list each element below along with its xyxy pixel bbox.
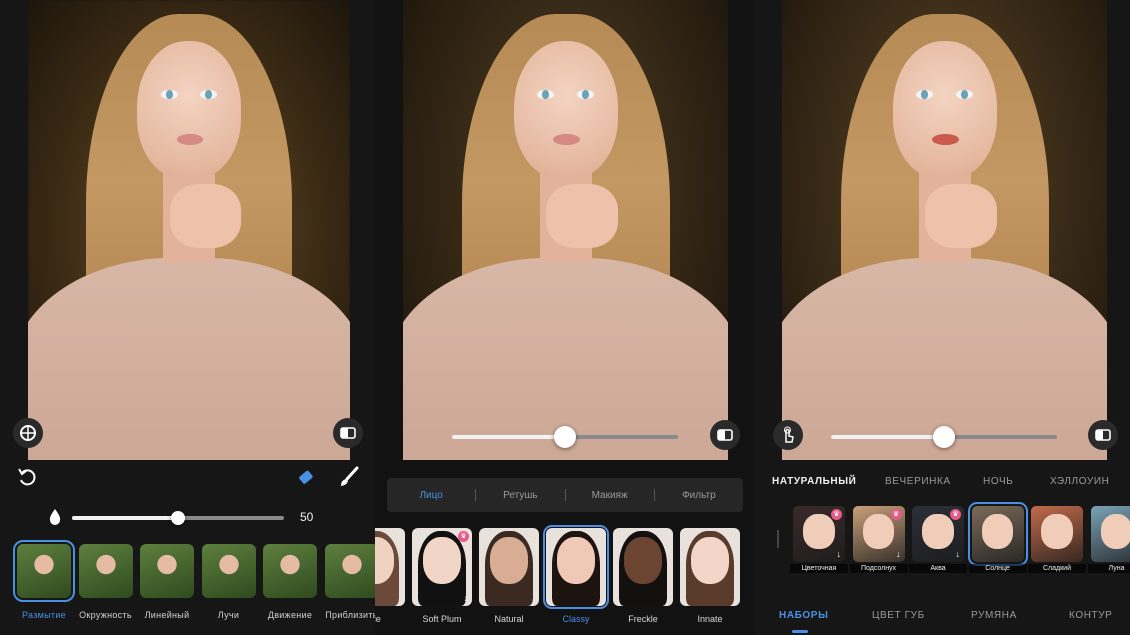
filter-preset-label: Луна <box>1087 564 1130 573</box>
category-party[interactable]: ВЕЧЕРИНКА <box>885 476 951 487</box>
makeup-category-tabs: Лицо Ретушь Макияж Фильтр <box>387 478 743 512</box>
premium-crown-icon: ♛ <box>831 509 842 520</box>
active-tab-indicator <box>792 630 808 633</box>
blur-effect-thumb[interactable] <box>78 544 133 598</box>
makeup-look-label: kle <box>375 614 381 624</box>
download-icon: ↓ <box>836 549 842 559</box>
blur-effect-thumb[interactable] <box>13 540 75 602</box>
makeup-look-card[interactable]: ♛ ↓ <box>412 528 472 606</box>
blur-toolbar: 50 Размытие Окружность Линейный Лучи Движени… <box>0 460 375 635</box>
blur-effect-thumb[interactable] <box>324 544 375 598</box>
makeup-look-card[interactable] <box>375 528 405 606</box>
eraser-icon[interactable] <box>296 466 320 490</box>
blur-editor-panel: 50 Размытие Окружность Линейный Лучи Движени… <box>0 0 375 635</box>
download-icon: ↓ <box>896 549 901 559</box>
download-icon: ↓ <box>463 593 469 603</box>
slider-knob[interactable] <box>171 511 185 525</box>
premium-crown-icon: ♛ <box>950 509 961 520</box>
slider-knob[interactable] <box>933 426 955 448</box>
slider-knob[interactable] <box>554 426 576 448</box>
makeup-look-card[interactable] <box>543 525 609 609</box>
category-night[interactable]: НОЧЬ <box>983 476 1013 487</box>
compare-icon[interactable] <box>1088 420 1118 450</box>
tab-retouch[interactable]: Ретушь <box>476 490 564 501</box>
tab-contour[interactable]: КОНТУР <box>1069 610 1112 621</box>
tab-presets[interactable]: НАБОРЫ <box>779 610 828 621</box>
filter-category-tabs: НАТУРАЛЬНЫЙ ВЕЧЕРИНКА НОЧЬ ХЭЛЛОУИН <box>755 470 1130 494</box>
tab-makeup[interactable]: Макияж <box>566 490 654 501</box>
blur-effect-thumb[interactable] <box>263 544 317 598</box>
filter-preset-label: Солнце <box>968 564 1027 573</box>
filter-editor-panel: НАТУРАЛЬНЫЙ ВЕЧЕРИНКА НОЧЬ ХЭЛЛОУИН ♛ ↓ Цв… <box>755 0 1130 635</box>
tab-lip-color[interactable]: ЦВЕТ ГУБ <box>872 610 925 621</box>
photo-preview <box>403 0 728 460</box>
premium-crown-icon: ♛ <box>890 509 902 520</box>
touch-hand-icon[interactable] <box>773 420 803 450</box>
download-icon: ↓ <box>955 549 961 559</box>
blur-effect-label: Окружность <box>79 610 132 620</box>
makeup-look-card[interactable] <box>680 528 740 606</box>
makeup-look-label: Natural <box>494 614 524 624</box>
filter-preset-thumb[interactable] <box>1031 506 1083 562</box>
filter-bottom-tabs: НАБОРЫ ЦВЕТ ГУБ РУМЯНА КОНТУР <box>755 600 1130 635</box>
focus-target-icon[interactable] <box>13 418 43 448</box>
tab-filter[interactable]: Фильтр <box>655 490 743 501</box>
filter-preset-label: Сладкий <box>1028 564 1086 573</box>
intensity-slider[interactable] <box>72 511 284 525</box>
makeup-look-label: Freckle <box>628 614 658 624</box>
blur-effect-label: Размытие <box>22 610 66 620</box>
blur-effect-thumb[interactable] <box>140 544 194 598</box>
undo-icon[interactable] <box>16 466 40 490</box>
blur-effect-label: Лучи <box>217 610 240 620</box>
makeup-strength-slider[interactable] <box>452 426 678 448</box>
makeup-look-label: Soft Plum <box>422 614 462 624</box>
photo-preview <box>28 0 350 460</box>
filter-preset-label: Подсолнух <box>849 564 908 573</box>
premium-crown-icon: ♛ <box>458 531 469 542</box>
blur-effect-thumb[interactable] <box>201 544 256 598</box>
filter-preset-thumb[interactable]: ♛ ↓ <box>852 506 905 562</box>
makeup-look-card[interactable] <box>613 528 673 606</box>
filter-preset-thumb[interactable] <box>1090 506 1130 562</box>
intensity-value: 50 <box>300 510 314 524</box>
makeup-look-label: Innate <box>697 614 723 624</box>
compare-icon[interactable] <box>333 418 363 448</box>
tab-face[interactable]: Лицо <box>387 490 475 501</box>
photo-preview <box>782 0 1107 460</box>
makeup-look-label: Classy <box>562 614 590 624</box>
makeup-editor-panel: Лицо Ретушь Макияж Фильтр kle♛↓Soft Plum… <box>375 0 755 635</box>
filter-preset-label: Цветочная <box>790 564 848 573</box>
filter-preset-thumb[interactable] <box>967 502 1028 566</box>
drop-icon <box>48 508 62 526</box>
filter-preset-thumb[interactable]: ♛ ↓ <box>793 506 845 562</box>
makeup-look-card[interactable] <box>479 528 539 606</box>
blur-effect-label: Приблизить <box>325 610 375 620</box>
brush-icon[interactable] <box>338 466 362 490</box>
category-halloween[interactable]: ХЭЛЛОУИН <box>1050 476 1109 487</box>
filter-preset-thumb[interactable]: ♛ ↓ <box>912 506 964 562</box>
blur-effect-label: Линейный <box>144 610 190 620</box>
blur-effect-label: Движение <box>267 610 313 620</box>
filter-preset-label: Аква <box>909 564 967 573</box>
filter-strength-slider[interactable] <box>831 426 1057 448</box>
scroll-divider <box>777 530 779 548</box>
compare-icon[interactable] <box>710 420 740 450</box>
tab-blush[interactable]: РУМЯНА <box>971 610 1017 621</box>
category-natural[interactable]: НАТУРАЛЬНЫЙ <box>772 476 856 487</box>
